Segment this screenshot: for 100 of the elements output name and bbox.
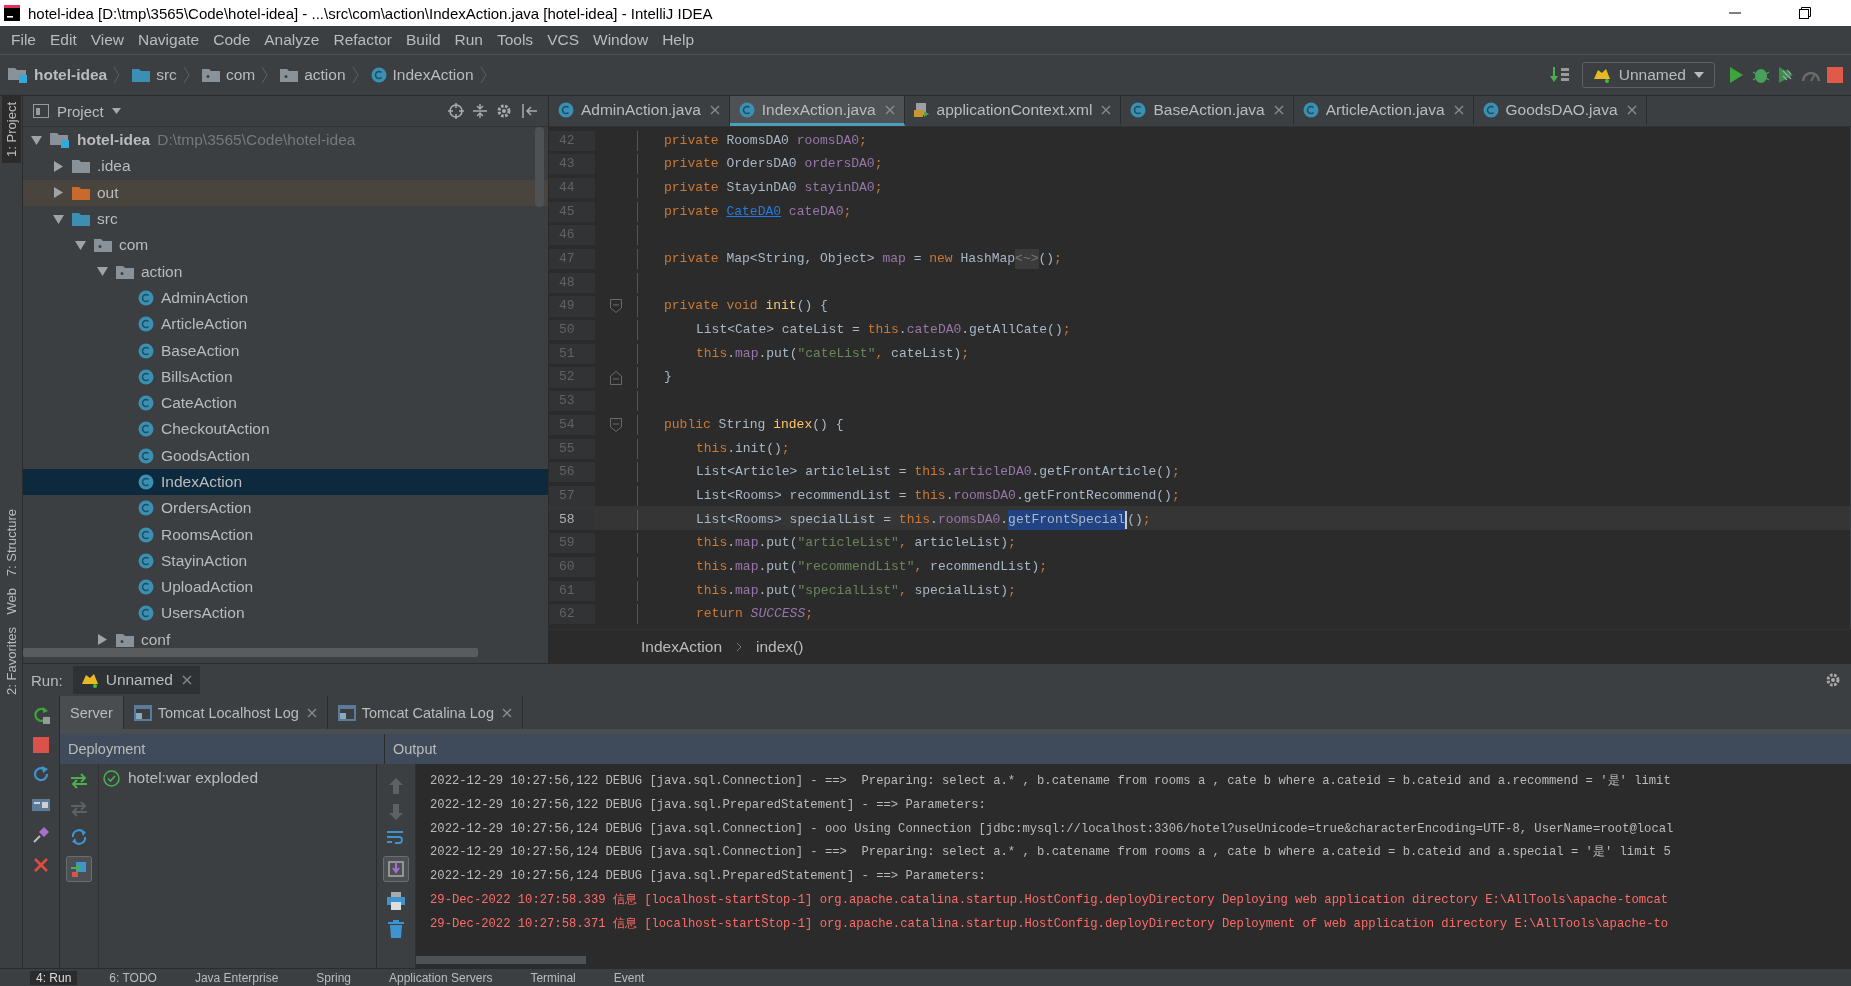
tool-window-button[interactable]: 4: Run [30, 970, 78, 985]
scrollbar[interactable] [23, 648, 478, 657]
editor-tab[interactable]: ArticleAction.java [1293, 96, 1474, 126]
tool-window-tab[interactable]: 7: Structure [1, 502, 21, 583]
unfold-icon[interactable] [610, 370, 622, 385]
tree-item-label[interactable]: GoodsAction [161, 446, 250, 465]
tool-window-button[interactable]: Application Servers [383, 970, 499, 985]
close-icon[interactable] [709, 104, 720, 115]
tree-item-label[interactable]: ArticleAction [161, 315, 248, 334]
run-configuration-dropdown[interactable]: Unnamed [1581, 62, 1715, 88]
soft-wrap-icon[interactable] [387, 830, 405, 846]
tree-row[interactable]: AdminAction [23, 284, 548, 312]
tree-item-label[interactable]: com [119, 236, 149, 255]
menu-item[interactable]: Navigate [131, 31, 207, 49]
close-icon[interactable] [1273, 104, 1284, 115]
editor-tab[interactable]: GoodsDAO.java [1473, 96, 1647, 126]
tree-item-label[interactable]: BaseAction [161, 341, 240, 360]
binary-download-icon[interactable] [1549, 66, 1570, 84]
tree-row[interactable]: .idea [23, 153, 548, 180]
arrow-right-icon[interactable] [97, 634, 107, 646]
menu-item[interactable]: Build [399, 31, 448, 49]
tree-row[interactable]: hotel-idea D:\tmp\3565\Code\hotel-idea [23, 127, 548, 154]
update-icon[interactable] [70, 828, 88, 846]
tree-row[interactable]: UploadAction [23, 574, 548, 601]
close-icon[interactable] [1626, 104, 1637, 115]
tree-item-label[interactable]: CheckoutAction [161, 420, 270, 439]
rerun-icon[interactable] [32, 706, 50, 724]
refresh-icon[interactable] [32, 766, 50, 784]
close-icon[interactable] [884, 104, 895, 115]
collapse-all-icon[interactable] [472, 103, 488, 119]
arrow-down-icon[interactable] [52, 214, 64, 224]
breadcrumb-item[interactable]: IndexAction [392, 66, 474, 84]
menu-item[interactable]: Run [447, 31, 490, 49]
tree-row[interactable]: IndexAction [23, 468, 548, 496]
close-icon[interactable] [1101, 104, 1112, 115]
tree-row[interactable]: src [23, 205, 548, 233]
breadcrumb-item[interactable]: index() [756, 637, 804, 656]
arrow-up-icon[interactable] [389, 778, 403, 794]
server-tab[interactable]: Server [60, 696, 124, 729]
tree-item-label[interactable]: UploadAction [161, 578, 254, 597]
tree-row[interactable]: UsersAction [23, 600, 548, 627]
deployment-item[interactable]: hotel:war exploded [128, 769, 259, 787]
close-icon[interactable] [181, 675, 192, 685]
tree-item-label[interactable]: IndexAction [161, 473, 242, 491]
tree-row[interactable]: StayinAction [23, 547, 548, 575]
tree-item-label[interactable]: hotel-idea [77, 131, 151, 150]
menu-item[interactable]: File [4, 31, 43, 49]
breadcrumb-item[interactable]: hotel-idea [34, 66, 108, 84]
menu-item[interactable]: Analyze [257, 31, 327, 49]
breadcrumb-item[interactable]: action [304, 66, 346, 84]
tree-item-label[interactable]: CateAction [161, 394, 237, 413]
tree-row[interactable]: conf [23, 626, 548, 648]
arrow-down-icon[interactable] [74, 240, 86, 250]
tree-item-label[interactable]: UsersAction [161, 604, 245, 623]
arrow-right-icon[interactable] [53, 187, 63, 199]
tool-window-button[interactable]: 6: TODO [103, 970, 163, 985]
tree-row[interactable]: CateAction [23, 389, 548, 417]
close-icon[interactable] [501, 707, 512, 718]
breadcrumb-item[interactable]: com [225, 66, 256, 84]
close-icon[interactable] [1453, 104, 1464, 115]
run-icon[interactable] [1727, 66, 1745, 84]
editor-tab[interactable]: AdminAction.java [549, 96, 730, 126]
breadcrumb-item[interactable]: IndexAction [641, 637, 722, 656]
tree-item-label[interactable]: conf [141, 630, 171, 648]
arrow-right-icon[interactable] [53, 160, 63, 172]
tree-row[interactable]: action [23, 258, 548, 285]
tree-item-label[interactable]: action [141, 262, 183, 281]
deploy-icon[interactable] [69, 772, 89, 790]
bug-icon[interactable] [1751, 66, 1771, 84]
tree-row[interactable]: out [23, 179, 548, 206]
hide-panel-icon[interactable] [522, 104, 538, 118]
tree-row[interactable]: GoodsAction [23, 442, 548, 469]
breadcrumb-item[interactable]: src [156, 66, 177, 84]
menu-item[interactable]: Code [206, 31, 258, 49]
tree-row[interactable]: CheckoutAction [23, 416, 548, 443]
pin-icon[interactable] [32, 826, 50, 844]
tool-window-button[interactable]: Java Enterprise [188, 970, 285, 985]
target-icon[interactable] [448, 103, 464, 119]
menu-item[interactable]: Tools [489, 31, 541, 49]
tree-row[interactable]: RoomsAction [23, 521, 548, 548]
close-icon[interactable] [306, 707, 317, 718]
tree-row[interactable]: OrdersAction [23, 495, 548, 522]
caret-icon[interactable] [111, 108, 121, 114]
tree-row[interactable]: BaseAction [23, 337, 548, 364]
server-tab[interactable]: Tomcat Catalina Log [327, 696, 523, 729]
menu-item[interactable]: Window [586, 31, 656, 49]
tree-item-label[interactable]: .idea [97, 157, 131, 176]
server-tab[interactable]: Tomcat Localhost Log [123, 696, 328, 729]
tree-row[interactable]: com [23, 232, 548, 259]
scrollbar[interactable] [535, 127, 544, 207]
close-icon[interactable] [33, 857, 49, 873]
restore-icon[interactable] [1799, 7, 1811, 19]
scroll-to-end-icon[interactable] [383, 856, 409, 882]
editor-tab[interactable]: applicationContext.xml [904, 96, 1122, 126]
scrollbar[interactable] [416, 956, 586, 964]
settings-icon[interactable] [1825, 672, 1841, 688]
editor-tab[interactable]: IndexAction.java [729, 96, 905, 126]
arrow-down-icon[interactable] [96, 267, 108, 277]
tree-item-label[interactable]: out [97, 183, 119, 202]
panel-title[interactable]: Project [57, 102, 104, 120]
